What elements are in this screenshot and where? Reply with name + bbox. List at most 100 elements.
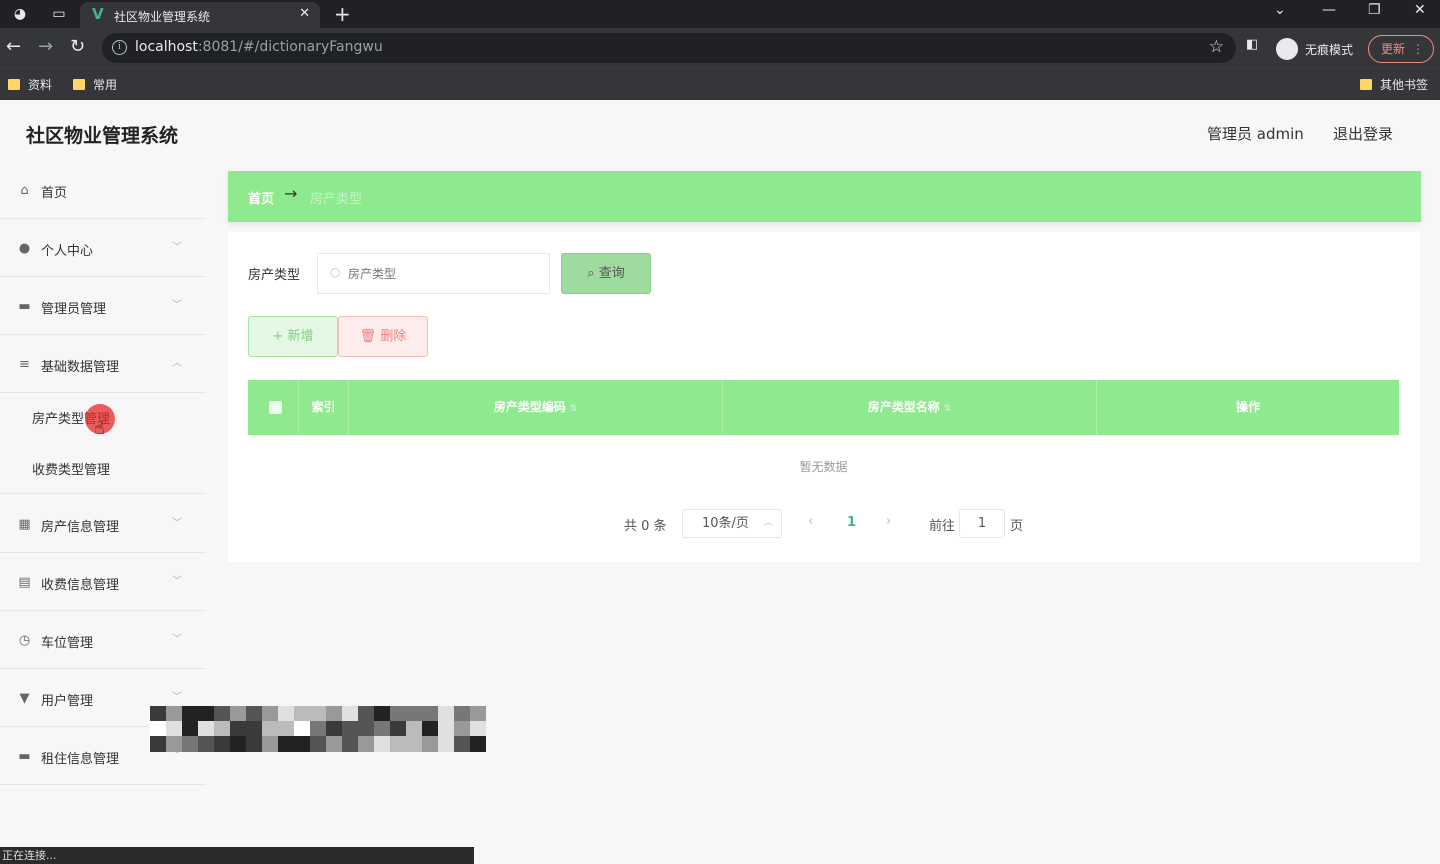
sidebar-item-label: 个人中心	[41, 244, 94, 259]
bookmark-folder-ziliao[interactable]: 资料	[8, 76, 52, 93]
breadcrumb-separator: →	[284, 184, 298, 203]
sidebar-item-parking[interactable]: ◷ 车位管理 ﹀	[0, 611, 206, 669]
mosaic-block	[374, 736, 390, 752]
sidebar-item-fee-info[interactable]: ▤ 收费信息管理 ﹀	[0, 553, 206, 611]
table-empty-text: 暂无数据	[799, 460, 848, 474]
mosaic-block	[166, 736, 182, 752]
sidebar-item-label: 房产信息管理	[41, 520, 120, 535]
query-label: 查询	[598, 266, 625, 281]
chevron-down-icon: ﹀	[172, 634, 182, 645]
query-button[interactable]: ⌕ 查询	[561, 253, 651, 294]
mosaic-block	[358, 721, 374, 737]
mosaic-block	[150, 721, 166, 737]
mosaic-block	[438, 736, 454, 752]
browser-menu-icon[interactable]: ◕	[11, 5, 29, 23]
other-bookmarks[interactable]: 其他书签	[1360, 76, 1428, 93]
sidebar-item-property-info[interactable]: ▦ 房产信息管理 ﹀	[0, 495, 206, 553]
new-tab-icon[interactable]: +	[334, 2, 351, 26]
url-text[interactable]: localhost:8081/#/dictionaryFangwu	[135, 39, 383, 55]
mosaic-block	[230, 736, 246, 752]
property-type-search-input[interactable]	[317, 253, 550, 294]
logout-link[interactable]: 退出登录	[1333, 123, 1393, 144]
prev-page-icon[interactable]: ‹	[808, 514, 813, 529]
delete-label: 删除	[380, 329, 407, 344]
site-info-icon[interactable]: i	[112, 40, 127, 55]
hand-cursor-icon: ☝	[94, 418, 105, 439]
sidebar-item-admin-management[interactable]: ▬ 管理员管理 ﹀	[0, 277, 206, 335]
back-icon[interactable]: ←	[6, 37, 21, 57]
mosaic-block	[294, 736, 310, 752]
sort-icon[interactable]: ⇅	[570, 404, 578, 414]
reload-icon[interactable]: ↻	[70, 37, 85, 57]
column-header-type-name[interactable]: 房产类型名称 ⇅	[723, 380, 1097, 435]
sidebar-item-home[interactable]: ⌂ 首页	[0, 161, 206, 219]
bookmark-star-icon[interactable]: ☆	[1209, 37, 1224, 57]
restore-icon[interactable]: ❐	[1368, 2, 1381, 18]
page-size-select[interactable]: 10条/页 ︿	[682, 509, 782, 538]
breadcrumb-home[interactable]: 首页	[248, 188, 274, 207]
close-tab-icon[interactable]: ✕	[299, 6, 310, 21]
tab-list-chevron-icon[interactable]: ⌄	[1274, 2, 1286, 18]
search-icon: ⌕	[587, 266, 599, 281]
breadcrumb: 首页 → 房产类型	[228, 171, 1421, 222]
mosaic-block	[390, 736, 406, 752]
delete-button[interactable]: 🗑 删除	[338, 316, 428, 357]
chevron-down-icon: ﹀	[172, 242, 182, 253]
home-icon: ⌂	[20, 183, 29, 198]
update-button[interactable]: 更新 ⋮	[1368, 35, 1434, 63]
chevron-up-icon: ︿	[763, 518, 773, 528]
address-bar[interactable]: i localhost:8081/#/dictionaryFangwu ☆	[102, 33, 1236, 63]
mosaic-block	[454, 721, 470, 737]
page-number-current[interactable]: 1	[847, 515, 856, 530]
mosaic-block	[342, 706, 358, 722]
other-bookmarks-label: 其他书签	[1380, 78, 1429, 92]
incognito-label: 无痕模式	[1305, 43, 1354, 57]
next-page-icon[interactable]: ›	[886, 514, 891, 529]
side-panel-icon[interactable]: ◧	[1246, 37, 1258, 52]
pixelated-overlay	[150, 706, 486, 752]
tab-search-icon[interactable]: ▭	[50, 5, 68, 23]
forward-icon[interactable]: →	[38, 37, 53, 57]
sort-icon[interactable]: ⇅	[944, 404, 952, 414]
browser-tab[interactable]: V 社区物业管理系统 ✕	[80, 2, 320, 28]
kebab-menu-icon[interactable]: ⋮	[1412, 36, 1424, 62]
mosaic-block	[406, 721, 422, 737]
mosaic-block	[198, 706, 214, 722]
mosaic-block	[182, 721, 198, 737]
mosaic-block	[406, 706, 422, 722]
page-jump-input[interactable]	[959, 509, 1005, 538]
search-label: 房产类型	[248, 268, 301, 283]
folder-icon	[8, 79, 20, 90]
add-button[interactable]: + 新增	[248, 316, 338, 357]
url-host: localhost	[135, 39, 198, 55]
bookmark-folder-changyong[interactable]: 常用	[73, 76, 117, 93]
window-close-icon[interactable]: ✕	[1414, 2, 1426, 18]
column-header-type-code[interactable]: 房产类型编码 ⇅	[349, 380, 723, 435]
pin-icon: ▼	[19, 691, 30, 706]
sidebar-item-label: 首页	[41, 186, 68, 201]
mosaic-block	[198, 736, 214, 752]
mosaic-block	[470, 706, 486, 722]
mosaic-block	[438, 706, 454, 722]
incognito-icon[interactable]	[1276, 38, 1298, 60]
column-header-index: 索引	[299, 380, 349, 435]
mosaic-block	[246, 721, 262, 737]
mosaic-block	[294, 706, 310, 722]
bookmark-label: 资料	[28, 78, 53, 92]
browser-toolbar: ← → ↻ i localhost:8081/#/dictionaryFangw…	[0, 28, 1440, 68]
page-size-value: 10条/页	[702, 516, 749, 531]
chevron-up-icon: ︿	[172, 358, 182, 369]
sidebar-item-personal-center[interactable]: ● 个人中心 ﹀	[0, 219, 206, 277]
mosaic-block	[326, 721, 342, 737]
chevron-down-icon: ﹀	[172, 300, 182, 311]
mosaic-block	[342, 736, 358, 752]
minimize-icon[interactable]: —	[1322, 2, 1336, 18]
sidebar-item-label: 基础数据管理	[41, 360, 120, 375]
sidebar-item-basic-data[interactable]: ≡ 基础数据管理 ︿	[0, 335, 206, 393]
mosaic-block	[310, 736, 326, 752]
app-title: 社区物业管理系统	[26, 125, 179, 147]
select-all-checkbox[interactable]	[269, 401, 282, 414]
column-header-label: 索引	[311, 400, 336, 414]
list-icon: ≡	[19, 357, 30, 372]
sidebar-subitem-fee-type[interactable]: 收费类型管理	[32, 459, 110, 478]
